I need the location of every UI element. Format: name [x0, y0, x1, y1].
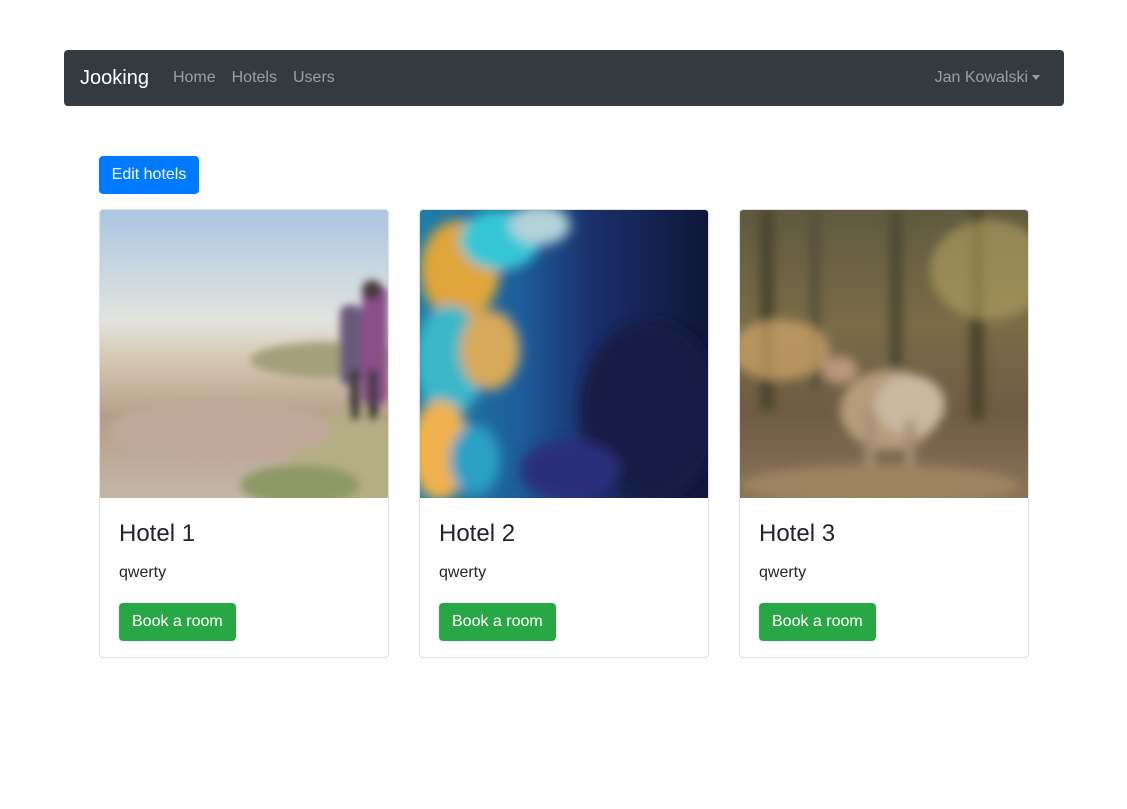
hotel-description: qwerty	[759, 563, 807, 581]
nav-link-hotels[interactable]: Hotels	[224, 69, 285, 87]
hotel-title: Hotel 3	[759, 520, 836, 547]
hotel-card: Hotel 3 qwerty Book a room	[739, 209, 1029, 658]
hotel-card: Hotel 2 qwerty Book a room	[419, 209, 709, 658]
hotel-description: qwerty	[439, 563, 487, 581]
edit-hotels-button[interactable]: Edit hotels	[99, 156, 199, 194]
hotel-title: Hotel 1	[119, 520, 196, 547]
navbar: Jooking Home Hotels Users Jan Kowalski	[64, 50, 1064, 106]
caret-down-icon	[1032, 74, 1040, 80]
user-dropdown-toggle[interactable]: Jan Kowalski	[927, 69, 1048, 87]
hotel-title: Hotel 2	[439, 520, 516, 547]
book-room-button[interactable]: Book a room	[119, 602, 236, 641]
book-room-button[interactable]: Book a room	[439, 602, 556, 641]
hotel-card: Hotel 1 qwerty Book a room	[99, 209, 389, 658]
user-name: Jan Kowalski	[934, 69, 1028, 86]
nav-link-users[interactable]: Users	[285, 69, 343, 87]
nav-link-home[interactable]: Home	[165, 69, 224, 87]
hotel-image	[100, 210, 388, 498]
hotel-description: qwerty	[119, 563, 167, 581]
book-room-button[interactable]: Book a room	[759, 602, 876, 641]
brand-link[interactable]: Jooking	[80, 68, 149, 88]
hotel-image	[740, 210, 1028, 498]
hotel-image	[420, 210, 708, 498]
